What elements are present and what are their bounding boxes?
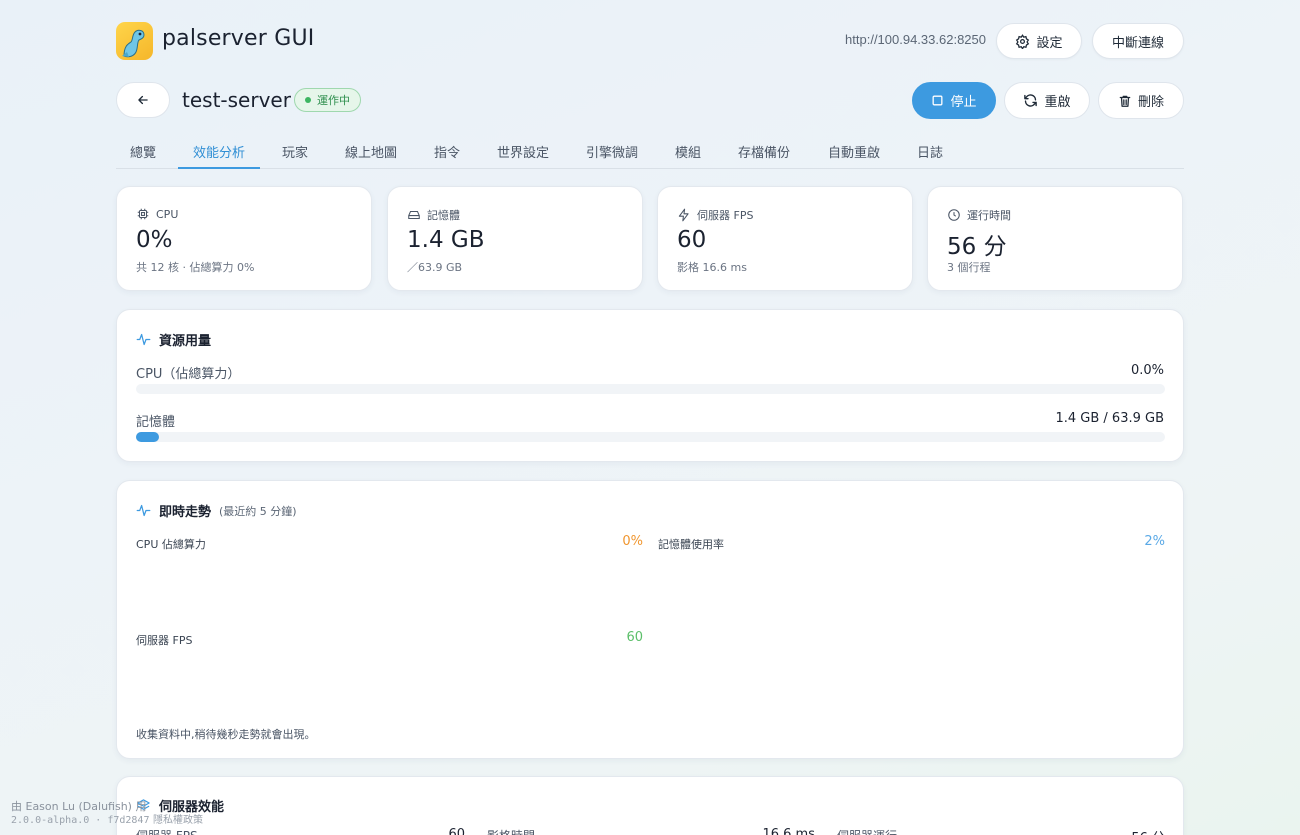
collecting-message: 收集資料中,稍待幾秒走勢就會出現。 — [136, 728, 316, 741]
perf-uptime-label: 伺服器運行 — [837, 827, 897, 835]
stat-card-cpu: CPU 0% 共 12 核 · 佔總算力 0% — [116, 186, 372, 291]
stat-label-row: CPU — [136, 207, 178, 221]
stat-label: 記憶體 — [427, 209, 460, 222]
stat-value: 56 分 — [947, 234, 1007, 260]
stop-label: 停止 — [950, 95, 977, 110]
resource-title: 資源用量 — [159, 334, 212, 349]
stat-label-row: 伺服器 FPS — [677, 207, 753, 223]
tab-overview[interactable]: 總覽 — [130, 142, 156, 169]
live-trend-card: 即時走勢 (最近約 5 分鐘) CPU 佔總算力 0% 記憶體使用率 2% 伺服… — [116, 480, 1184, 759]
trend-title-row: 即時走勢 (最近約 5 分鐘) — [136, 501, 297, 520]
stat-sub: 影格 16.6 ms — [677, 261, 747, 274]
trend-hint: (最近約 5 分鐘) — [219, 504, 297, 518]
footer-version: 2.0.0-alpha.0 · f7d2847 — [11, 815, 150, 826]
stat-label-row: 運行時間 — [947, 207, 1011, 223]
settings-button[interactable]: 設定 — [996, 23, 1082, 59]
resource-title-row: 資源用量 — [136, 330, 211, 349]
privacy-policy-link[interactable]: 隱私權政策 — [153, 815, 203, 826]
refresh-icon — [1023, 93, 1038, 108]
stat-label: 伺服器 FPS — [697, 209, 754, 222]
tab-performance[interactable]: 效能分析 — [178, 142, 261, 169]
stat-value: 1.4 GB — [407, 227, 485, 253]
perf-uptime-value: 56 分 — [1097, 827, 1165, 835]
activity-icon — [136, 332, 151, 347]
top-bar: palserver GUI http://100.94.33.62:8250 設… — [116, 22, 1184, 60]
restart-label: 重啟 — [1044, 95, 1071, 110]
footer: 由 Eason Lu (Dalufish) 用 2.0.0-alpha.0 · … — [11, 800, 203, 827]
trend-fps-label: 伺服器 FPS — [136, 634, 193, 647]
stat-label: CPU — [156, 207, 179, 221]
clock-icon — [947, 208, 961, 222]
disconnect-label: 中斷連線 — [1111, 35, 1164, 51]
memory-usage-label: 記憶體 — [136, 415, 176, 430]
tab-engine-tuning[interactable]: 引擎微調 — [586, 142, 638, 169]
tab-mods[interactable]: 模組 — [675, 142, 701, 169]
server-header: test-server 運作中 停止 重啟 刪除 — [116, 82, 1184, 120]
disconnect-button[interactable]: 中斷連線 — [1092, 23, 1184, 59]
tab-bar: 總覽 效能分析 玩家 線上地圖 指令 世界設定 引擎微調 模組 存檔備份 自動重… — [116, 134, 1184, 169]
stat-value: 0% — [136, 227, 173, 253]
trend-fps-value: 60 — [626, 630, 643, 645]
gear-icon — [1015, 33, 1030, 49]
app-title: palserver GUI — [162, 26, 315, 51]
footer-credit[interactable]: 由 Eason Lu (Dalufish) 用 — [11, 800, 203, 813]
tab-commands[interactable]: 指令 — [434, 142, 460, 169]
server-name: test-server — [182, 88, 291, 112]
stat-card-uptime: 運行時間 56 分 3 個行程 — [927, 186, 1183, 291]
bolt-icon — [677, 208, 691, 222]
perf-frame-value: 16.6 ms — [762, 827, 815, 835]
stat-sub: 共 12 核 · 佔總算力 0% — [136, 261, 255, 274]
stat-label: 運行時間 — [967, 209, 1011, 222]
activity-icon — [136, 503, 151, 518]
arrow-left-icon — [136, 93, 150, 107]
status-badge: 運作中 — [294, 88, 361, 112]
settings-label: 設定 — [1036, 35, 1063, 51]
tab-logs[interactable]: 日誌 — [917, 142, 943, 169]
status-label: 運作中 — [317, 94, 350, 107]
cpu-icon — [136, 207, 150, 221]
trend-title: 即時走勢 — [159, 505, 212, 520]
tab-live-map[interactable]: 線上地圖 — [345, 142, 397, 169]
tab-auto-restart[interactable]: 自動重啟 — [828, 142, 880, 169]
perf-fps-value: 60 — [448, 827, 465, 835]
restart-button[interactable]: 重啟 — [1004, 82, 1090, 119]
stat-card-fps: 伺服器 FPS 60 影格 16.6 ms — [657, 186, 913, 291]
memory-icon — [407, 208, 421, 222]
perf-frame-label: 影格時間 — [487, 827, 535, 835]
stop-icon — [931, 94, 944, 107]
delete-button[interactable]: 刪除 — [1098, 82, 1184, 119]
trend-cpu-value: 0% — [622, 534, 643, 549]
resource-usage-card: 資源用量 CPU（佔總算力） 0.0% 記憶體 1.4 GB / 63.9 GB — [116, 309, 1184, 462]
stat-value: 60 — [677, 227, 707, 253]
stat-sub: ／63.9 GB — [407, 261, 463, 274]
memory-usage-bar-fill — [136, 432, 159, 442]
server-url: http://100.94.33.62:8250 — [845, 32, 986, 47]
app-logo — [116, 22, 153, 60]
trend-memory-value: 2% — [1144, 534, 1165, 549]
memory-usage-value: 1.4 GB / 63.9 GB — [1055, 411, 1164, 426]
stat-label-row: 記憶體 — [407, 207, 460, 223]
server-performance-card: 伺服器效能 伺服器 FPS 60 影格時間 16.6 ms 伺服器運行 56 分 — [116, 776, 1184, 835]
status-dot-icon — [305, 97, 311, 103]
stop-button[interactable]: 停止 — [912, 82, 996, 119]
delete-label: 刪除 — [1137, 95, 1164, 110]
tab-world-settings[interactable]: 世界設定 — [497, 142, 549, 169]
back-button[interactable] — [116, 82, 170, 118]
stat-card-memory: 記憶體 1.4 GB ／63.9 GB — [387, 186, 643, 291]
tab-players[interactable]: 玩家 — [282, 142, 308, 169]
cpu-usage-bar — [136, 384, 1165, 394]
stat-sub: 3 個行程 — [947, 261, 991, 274]
trend-cpu-label: CPU 佔總算力 — [136, 538, 206, 551]
trend-memory-label: 記憶體使用率 — [658, 538, 724, 551]
cpu-usage-value: 0.0% — [1130, 363, 1164, 378]
trash-icon — [1118, 94, 1132, 108]
cpu-usage-label: CPU（佔總算力） — [136, 367, 241, 382]
tab-backups[interactable]: 存檔備份 — [738, 142, 790, 169]
memory-usage-bar — [136, 432, 1165, 442]
perf-fps-label: 伺服器 FPS — [136, 827, 198, 835]
